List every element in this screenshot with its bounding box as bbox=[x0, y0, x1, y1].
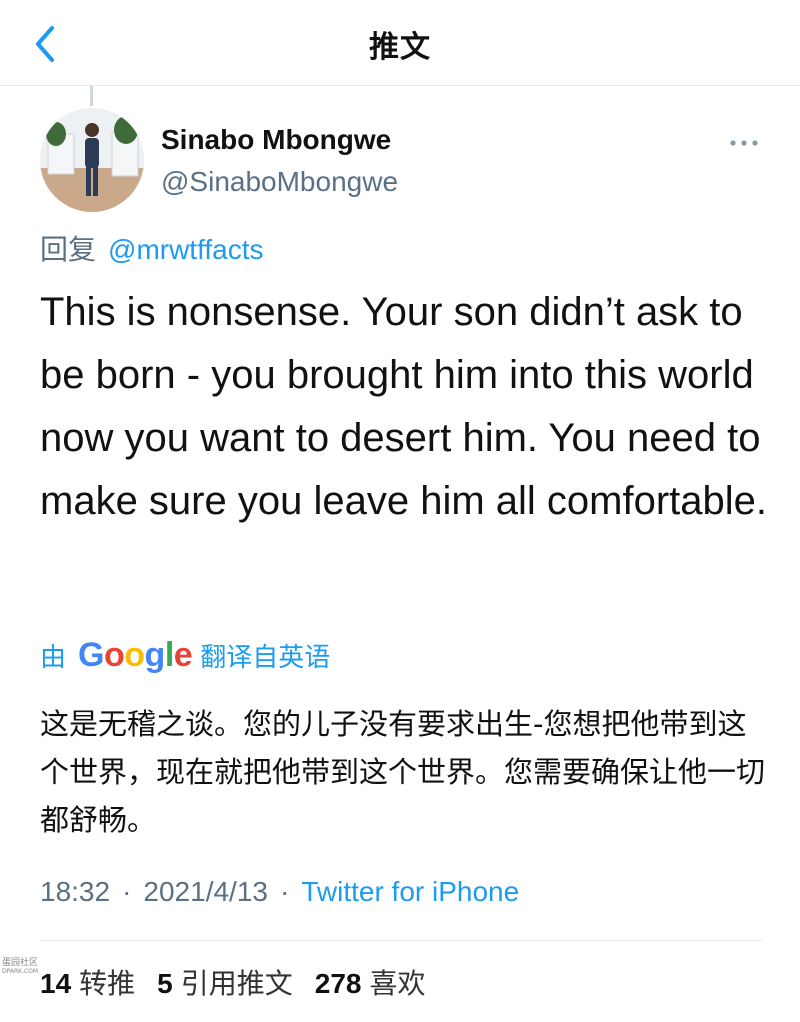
more-options-button[interactable] bbox=[728, 133, 760, 153]
translated-from-label: 翻译自英语 bbox=[200, 641, 331, 672]
tweet-metadata: 18:32 · 2021/4/13 · Twitter for iPhone bbox=[40, 876, 519, 908]
google-logo: Google bbox=[78, 635, 193, 674]
more-horizontal-icon bbox=[730, 140, 758, 146]
avatar[interactable] bbox=[40, 108, 144, 212]
author-handle[interactable]: @SinaboMbongwe bbox=[161, 166, 398, 198]
reply-prefix: 回复 bbox=[40, 234, 97, 265]
likes-label: 喜欢 bbox=[369, 968, 426, 999]
quotes-label: 引用推文 bbox=[180, 968, 293, 999]
avatar-photo bbox=[40, 108, 144, 212]
likes-count: 278 bbox=[314, 968, 362, 999]
thread-connector-line bbox=[90, 86, 93, 106]
retweets-stat[interactable]: 14 转推 bbox=[40, 962, 135, 1002]
engagement-stats: 14 转推 5 引用推文 278 喜欢 bbox=[40, 962, 448, 1002]
translation-attribution[interactable]: 由 Google 翻译自英语 bbox=[40, 633, 330, 677]
translate-by-label: 由 bbox=[40, 641, 67, 672]
likes-stat[interactable]: 278 喜欢 bbox=[315, 962, 426, 1002]
page-title: 推文 bbox=[369, 30, 431, 65]
watermark-line2: DPARK.COM bbox=[2, 968, 39, 975]
quotes-stat[interactable]: 5 引用推文 bbox=[157, 962, 293, 1002]
translated-text: 这是无稽之谈。您的儿子没有要求出生-您想把他带到这个世界，现在就把他带到这个世界… bbox=[40, 707, 766, 837]
retweets-count: 14 bbox=[40, 968, 72, 999]
author-name[interactable]: Sinabo Mbongwe bbox=[161, 124, 391, 156]
tweet-date: 2021/4/13 bbox=[143, 876, 268, 907]
tweet-source-link[interactable]: Twitter for iPhone bbox=[301, 876, 519, 907]
top-navigation-bar: 推文 bbox=[0, 0, 800, 86]
tweet-time: 18:32 bbox=[40, 876, 111, 907]
meta-separator: · bbox=[279, 876, 290, 907]
tweet-text: This is nonsense. Your son didn’t ask to… bbox=[40, 290, 767, 523]
meta-separator: · bbox=[122, 876, 132, 907]
reply-context: 回复 @mrwtffacts bbox=[40, 228, 264, 268]
watermark-line1: 蛋园社区 bbox=[2, 958, 39, 968]
reply-to-link[interactable]: @mrwtffacts bbox=[108, 234, 263, 265]
watermark: 蛋园社区 DPARK.COM bbox=[2, 958, 38, 976]
divider bbox=[40, 940, 762, 941]
retweets-label: 转推 bbox=[79, 968, 136, 999]
quotes-count: 5 bbox=[157, 968, 173, 999]
